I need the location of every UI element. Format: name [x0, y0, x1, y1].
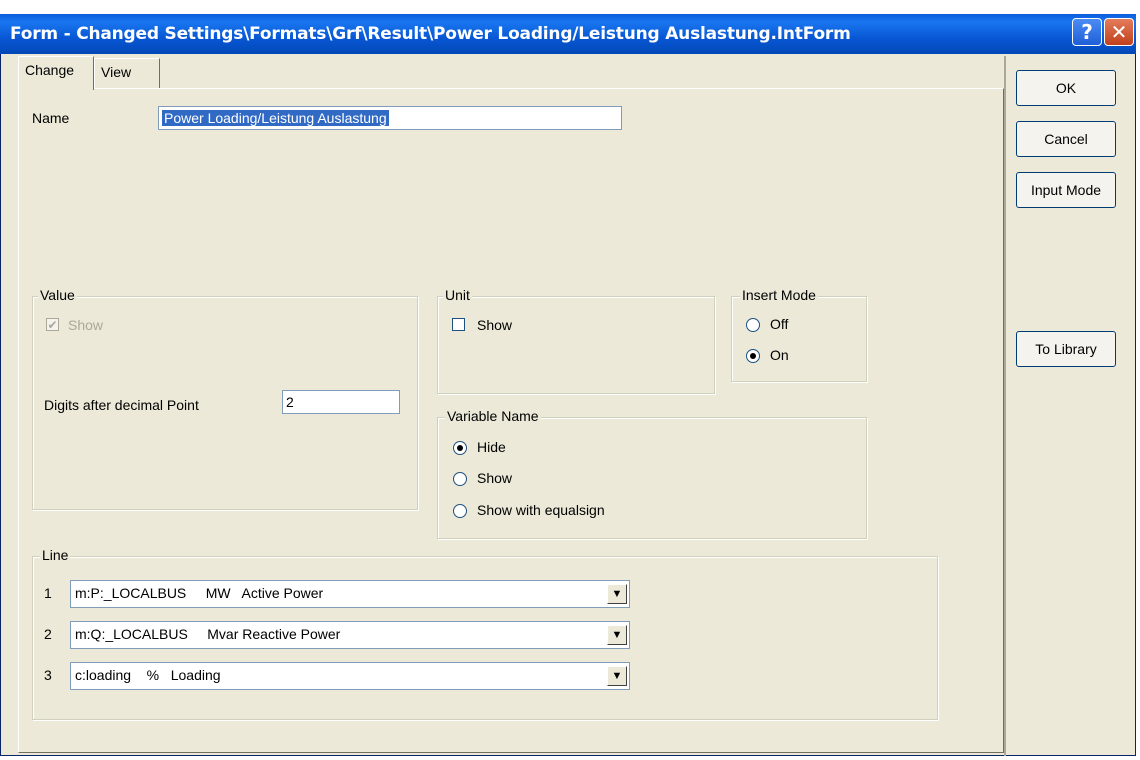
chevron-down-icon[interactable]: ▼ — [607, 584, 627, 604]
line-3-select[interactable]: c:loading % Loading ▼ — [70, 662, 630, 690]
unit-group — [437, 296, 715, 394]
line-2-select-value: m:Q:_LOCALBUS Mvar Reactive Power — [75, 626, 341, 642]
insert-mode-group — [731, 296, 867, 382]
to-library-button[interactable]: To Library — [1016, 331, 1116, 367]
cancel-button[interactable]: Cancel — [1016, 121, 1116, 157]
insert-mode-legend: Insert Mode — [740, 287, 818, 303]
window-title: Form - Changed Settings\Formats\Grf\Resu… — [10, 24, 851, 44]
line-row-number: 1 — [44, 585, 52, 601]
name-input[interactable]: Power Loading/Leistung Auslastung — [158, 106, 622, 130]
title-bar[interactable]: Form - Changed Settings\Formats\Grf\Resu… — [0, 14, 1136, 54]
line-row-number: 3 — [44, 667, 52, 683]
close-button[interactable]: ✕ — [1104, 18, 1134, 46]
unit-show-checkbox[interactable] — [452, 318, 465, 331]
variable-name-equalsign-label: Show with equalsign — [477, 502, 605, 518]
chevron-down-icon[interactable]: ▼ — [607, 666, 627, 686]
insert-mode-on-radio[interactable] — [746, 349, 760, 363]
chevron-down-icon[interactable]: ▼ — [607, 625, 627, 645]
line-3-select-value: c:loading % Loading — [75, 667, 221, 683]
line-row-number: 2 — [44, 626, 52, 642]
variable-name-legend: Variable Name — [445, 408, 541, 424]
variable-name-hide-radio[interactable] — [453, 441, 467, 455]
line-1-select-value: m:P:_LOCALBUS MW Active Power — [75, 585, 324, 601]
digits-label: Digits after decimal Point — [44, 397, 199, 413]
variable-name-hide-label: Hide — [477, 439, 506, 455]
tab-view[interactable]: View — [94, 58, 160, 88]
variable-name-show-label: Show — [477, 470, 513, 486]
value-show-label: Show — [68, 317, 104, 333]
input-mode-button[interactable]: Input Mode — [1016, 172, 1116, 208]
line-1-select[interactable]: m:P:_LOCALBUS MW Active Power ▼ — [70, 580, 630, 608]
name-label: Name — [32, 110, 70, 126]
unit-group-legend: Unit — [443, 287, 472, 303]
help-button[interactable]: ? — [1072, 18, 1102, 46]
insert-mode-off-label: Off — [770, 316, 789, 332]
name-input-value: Power Loading/Leistung Auslastung — [162, 110, 389, 126]
checkmark-icon: ✔ — [47, 318, 58, 332]
tab-change[interactable]: Change — [18, 56, 94, 90]
variable-name-show-radio[interactable] — [453, 472, 467, 486]
line-group-legend: Line — [40, 547, 71, 563]
variable-name-equalsign-radio[interactable] — [453, 504, 467, 518]
unit-show-label: Show — [477, 317, 513, 333]
button-column-separator — [1004, 56, 1006, 756]
value-show-checkbox[interactable]: ✔ — [46, 318, 59, 331]
value-group-legend: Value — [38, 287, 77, 303]
insert-mode-off-radio[interactable] — [746, 318, 760, 332]
ok-button[interactable]: OK — [1016, 70, 1116, 106]
digits-input[interactable]: 2 — [282, 390, 400, 414]
insert-mode-on-label: On — [770, 347, 789, 363]
line-2-select[interactable]: m:Q:_LOCALBUS Mvar Reactive Power ▼ — [70, 621, 630, 649]
